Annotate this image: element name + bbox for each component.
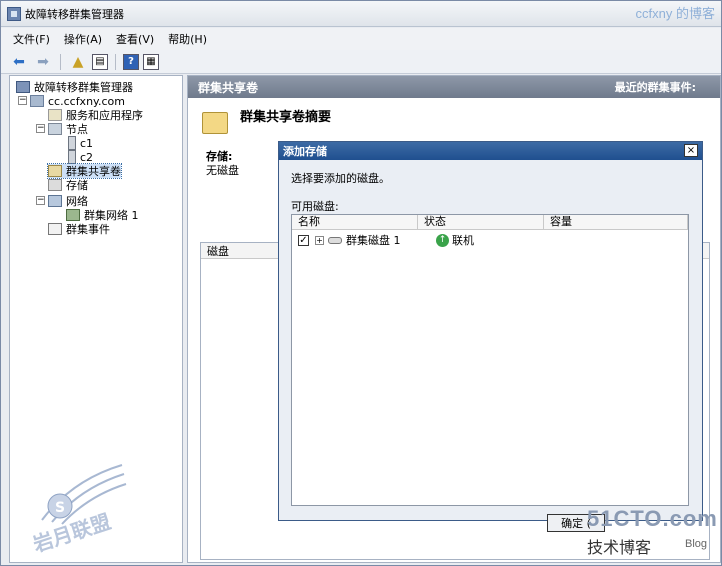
summary-title: 群集共享卷摘要 (240, 110, 332, 125)
add-storage-dialog: 添加存储 × 选择要添加的磁盘。 可用磁盘: 名称 状态 容量 ✓ + 群集磁盘… (278, 141, 703, 532)
tree-csv[interactable]: 群集共享卷 (47, 163, 122, 179)
tree-root[interactable]: 故障转移群集管理器 (16, 80, 133, 94)
server-icon (68, 136, 76, 150)
up-folder-icon[interactable]: ▲ (68, 53, 88, 71)
tree-node-c1[interactable]: c1 (68, 136, 93, 150)
content-title: 群集共享卷 (198, 80, 259, 95)
available-disks-list: 名称 状态 容量 ✓ + 群集磁盘 1 ↑ 联机 (291, 214, 689, 506)
collapse-icon[interactable]: − (18, 96, 27, 105)
toolbar: ⬅ ➡ ▲ ▤ ? ▦ (1, 50, 721, 74)
tree-events[interactable]: 群集事件 (48, 222, 110, 236)
disk-icon (328, 236, 342, 244)
window-title: 故障转移群集管理器 (25, 7, 124, 21)
nodes-icon (48, 123, 62, 135)
collapse-icon[interactable]: − (36, 196, 45, 205)
cluster-manager-window: 故障转移群集管理器 ccfxny 的博客 文件(F) 操作(A) 查看(V) 帮… (0, 0, 722, 566)
blog-watermark: ccfxny 的博客 (635, 6, 715, 21)
content-header: 群集共享卷 最近的群集事件: (188, 76, 720, 98)
cluster-icon (30, 95, 44, 107)
51cto-brand: 51CTO.com (587, 506, 718, 531)
menu-view[interactable]: 查看(V) (116, 31, 154, 47)
close-icon[interactable]: × (684, 144, 698, 157)
action-pane-icon[interactable]: ▦ (143, 53, 159, 70)
cluster-manager-icon (7, 6, 21, 21)
dialog-prompt: 选择要添加的磁盘。 (291, 172, 390, 185)
forward-arrow-icon[interactable]: ➡ (33, 53, 53, 71)
recent-events-link[interactable]: 最近的群集事件: (615, 79, 696, 95)
dialog-title: 添加存储 (279, 142, 702, 160)
tree-node-c2[interactable]: c2 (68, 150, 93, 164)
shared-volume-icon (48, 165, 62, 177)
storage-value: 无磁盘 (206, 164, 239, 177)
console-tree-icon[interactable]: ▤ (92, 53, 108, 70)
server-icon (68, 150, 76, 164)
toolbar-separator (115, 53, 116, 70)
tree-network[interactable]: 网络 (48, 194, 88, 208)
tree-cluster[interactable]: cc.ccfxny.com (30, 94, 125, 108)
cluster-manager-icon (16, 81, 30, 93)
column-name[interactable]: 名称 (292, 215, 418, 230)
tree-cluster-network[interactable]: 群集网络 1 (66, 208, 139, 222)
menu-action[interactable]: 操作(A) (64, 31, 102, 47)
storage-icon (48, 179, 62, 191)
disk-name: 群集磁盘 1 (346, 234, 401, 247)
back-arrow-icon[interactable]: ⬅ (9, 53, 29, 71)
menu-help[interactable]: 帮助(H) (168, 31, 207, 47)
online-icon: ↑ (436, 233, 449, 247)
disk-status: 联机 (452, 234, 474, 247)
menu-file[interactable]: 文件(F) (13, 31, 50, 47)
network-adapter-icon (66, 209, 80, 221)
51cto-watermark: 51CTO.com 技术博客 Blog (587, 506, 718, 558)
tree-storage[interactable]: 存储 (48, 178, 88, 192)
tree-services[interactable]: 服务和应用程序 (48, 108, 143, 122)
available-disks-label: 可用磁盘: (291, 200, 339, 213)
expand-icon[interactable]: + (315, 235, 324, 245)
collapse-icon[interactable]: − (36, 124, 45, 133)
network-icon (48, 195, 62, 207)
services-icon (48, 109, 62, 121)
51cto-blog: Blog (685, 538, 708, 550)
column-capacity[interactable]: 容量 (544, 215, 688, 230)
tree-nodes[interactable]: 节点 (48, 122, 88, 136)
title-bar: 故障转移群集管理器 ccfxny 的博客 (1, 1, 721, 27)
table-row[interactable]: ✓ + 群集磁盘 1 ↑ 联机 (292, 232, 688, 248)
shared-volume-icon (202, 112, 228, 134)
disk-checkbox[interactable]: ✓ (298, 234, 309, 246)
svg-text:S: S (55, 500, 65, 516)
console-tree: 故障转移群集管理器 − cc.ccfxny.com 服务和应用程序 − 节点 c… (9, 75, 183, 563)
yanyue-watermark: S 岩月联盟 (32, 464, 127, 557)
toolbar-separator (60, 53, 61, 70)
events-icon (48, 223, 62, 235)
column-status[interactable]: 状态 (418, 215, 544, 230)
help-icon[interactable]: ? (123, 53, 139, 70)
menu-bar: 文件(F) 操作(A) 查看(V) 帮助(H) (1, 28, 721, 50)
